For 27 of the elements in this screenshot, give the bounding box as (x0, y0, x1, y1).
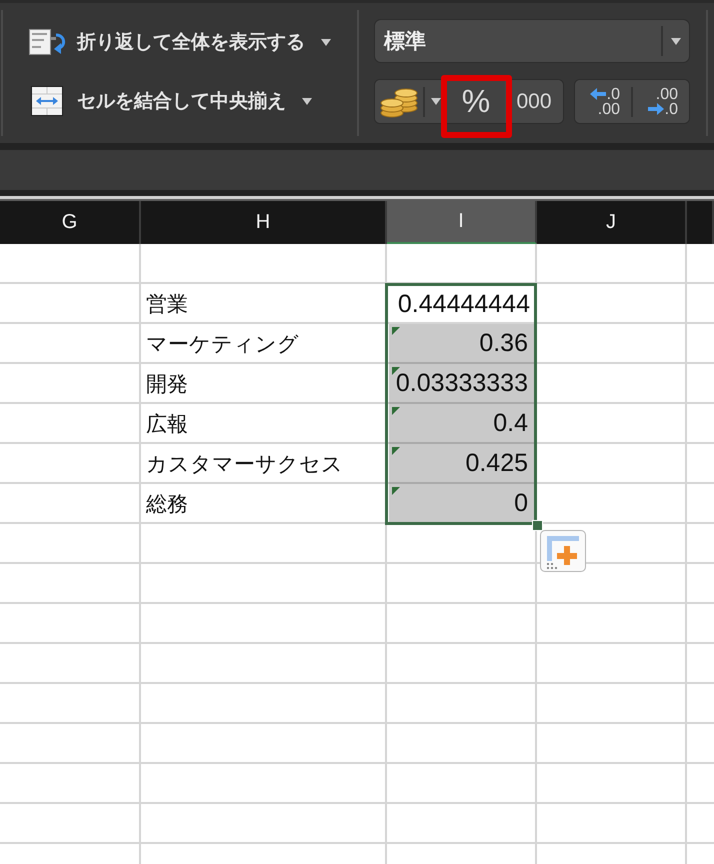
table-cell-text: マーケティング (145, 331, 300, 358)
merge-cells-icon (31, 86, 63, 116)
percent-style-button[interactable]: % (447, 80, 505, 123)
table-cell: 0.03333333 (389, 364, 535, 404)
table-cell: 0.425 (389, 444, 535, 484)
table-cell: 0.4 (389, 404, 535, 444)
right-arrow-icon (648, 103, 664, 115)
left-arrow-icon (590, 88, 606, 100)
caret-icon (431, 98, 441, 105)
column-header[interactable]: I (387, 201, 537, 244)
table-cell-text: 開発 (145, 371, 189, 398)
column-header[interactable]: H (141, 201, 387, 244)
caret-icon (671, 38, 681, 44)
table-cell-text: 総務 (145, 491, 189, 518)
table-cell: 0.36 (389, 324, 535, 364)
table-cell-text: 0.44444444 (396, 288, 531, 320)
coins-icon (380, 86, 418, 118)
wrap-text-icon (29, 29, 67, 55)
column-header[interactable]: G (0, 201, 141, 244)
table-cell-text: カスタマーサクセス (145, 451, 344, 478)
table-cell-text: 広報 (145, 411, 189, 438)
fill-handle[interactable] (532, 520, 543, 531)
table-cell-text: 営業 (145, 291, 189, 318)
number-format-dropdown[interactable]: 標準 (374, 19, 690, 63)
highlight-frame (441, 75, 512, 138)
table-cell: 0 (389, 484, 535, 524)
column-header[interactable]: J (537, 201, 687, 244)
